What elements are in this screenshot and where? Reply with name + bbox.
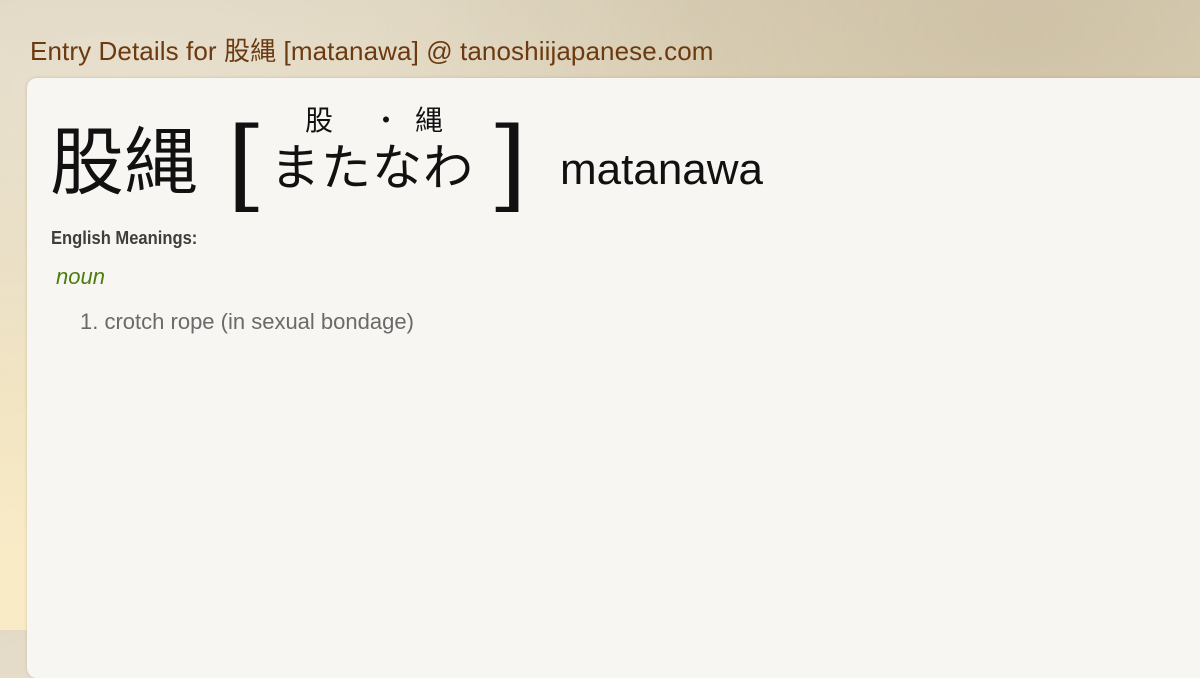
furigana-second-kanji: 縄 [415,104,444,137]
furigana-separator: ・ [372,104,401,137]
page-title: Entry Details for 股縄 [matanawa] @ tanosh… [30,36,714,66]
entry-romaji: matanawa [560,145,764,194]
reading-bracket-close: ] [488,106,528,223]
furigana-first-kanji: 股 [305,104,334,137]
definition-number: 1. [80,309,99,334]
entry-kanji: 股縄 [50,120,198,206]
part-of-speech: noun [56,264,105,289]
definition-item: 1. crotch rope (in sexual bondage) [80,309,414,335]
entry-card: 股縄 [ 股 ・ 縄 またなわ ] matanawa English Meani… [27,78,1200,678]
definition-text: crotch rope (in sexual bondage) [104,309,414,334]
entry-reading-kana: またなわ [270,139,474,197]
reading-bracket-open: [ [227,106,267,223]
english-meanings-label: English Meanings: [51,228,198,248]
